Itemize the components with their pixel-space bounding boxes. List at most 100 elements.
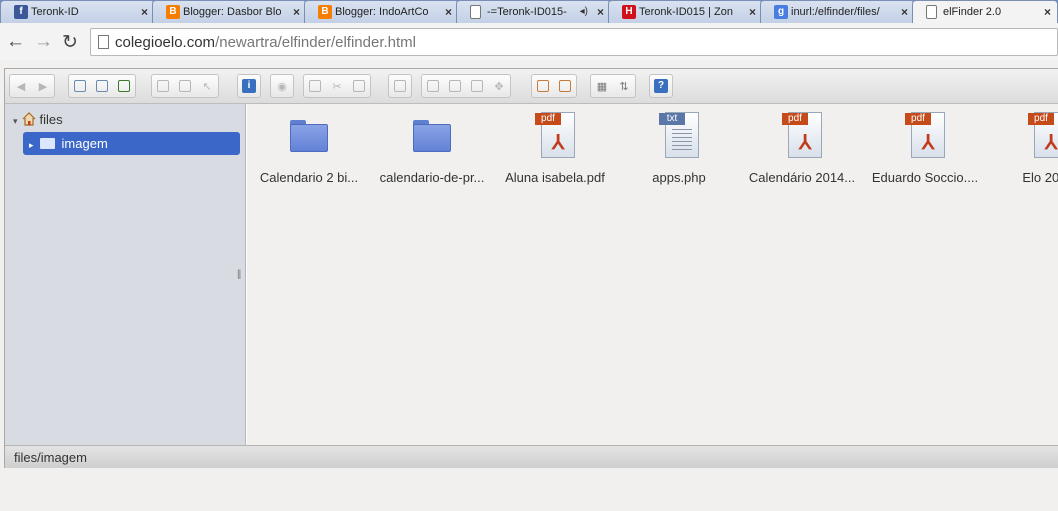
- file-name: calendario-de-pr...: [379, 170, 485, 185]
- h-icon: H: [622, 5, 636, 19]
- close-tab-button[interactable]: ×: [293, 5, 300, 19]
- tab-0[interactable]: f Teronk-ID ×: [0, 0, 155, 23]
- google-icon: g: [774, 5, 788, 19]
- edit-icon[interactable]: [466, 75, 488, 97]
- tab-label: Blogger: IndoArtCo: [335, 6, 429, 18]
- new-file-icon[interactable]: [91, 75, 113, 97]
- file-name: Calendário 2014...: [748, 170, 856, 185]
- toolbar-group-file-ops: ✥: [421, 74, 511, 98]
- toolbar-group-create: [68, 74, 136, 98]
- back-icon[interactable]: ◀: [10, 75, 32, 97]
- file-name: Aluna isabela.pdf: [505, 170, 605, 185]
- close-tab-button[interactable]: ×: [445, 5, 452, 19]
- status-bar: files/imagem: [5, 445, 1058, 468]
- page-icon: [98, 35, 109, 49]
- file-name: Elo 2014: [1022, 170, 1058, 185]
- forward-button[interactable]: →: [34, 31, 53, 53]
- save-icon[interactable]: [113, 75, 135, 97]
- view-icon[interactable]: ▦: [591, 75, 613, 97]
- file-type-badge: pdf: [905, 113, 931, 125]
- tab-4[interactable]: H Teronk-ID015 | Zon ×: [608, 0, 763, 23]
- page-icon: [926, 5, 937, 19]
- close-tab-button[interactable]: ×: [597, 5, 604, 19]
- tab-1[interactable]: B Blogger: Dasbor Blo ×: [152, 0, 307, 23]
- home-icon[interactable]: [69, 75, 91, 97]
- back-button[interactable]: ←: [6, 31, 25, 53]
- open-icon[interactable]: [152, 75, 174, 97]
- file-item[interactable]: pdf ⅄ Aluna isabela.pdf: [493, 112, 617, 190]
- toolbar-group-edit: ✂: [303, 74, 371, 98]
- file-grid: Calendario 2 bi... calendario-de-pr... pdf…: [247, 104, 1058, 445]
- file-type-badge: pdf: [1028, 113, 1054, 125]
- file-type-badge: pdf: [782, 113, 808, 125]
- tree-root[interactable]: ▾ files: [13, 112, 63, 127]
- blogger-icon: B: [166, 5, 180, 19]
- cut-icon[interactable]: ✂: [326, 75, 348, 97]
- tab-label: -=Teronk-ID015-: [487, 6, 567, 18]
- folder-icon: [410, 112, 454, 160]
- copy-icon[interactable]: [304, 75, 326, 97]
- preview-icon[interactable]: ◉: [271, 75, 293, 97]
- delete-icon[interactable]: [389, 75, 411, 97]
- file-item[interactable]: calendario-de-pr...: [370, 112, 494, 190]
- collapse-icon[interactable]: ▾: [13, 116, 18, 126]
- pdf-file-icon: pdf ⅄: [1026, 112, 1058, 160]
- paste-icon[interactable]: [348, 75, 370, 97]
- help-icon[interactable]: ?: [650, 75, 672, 97]
- resize-icon[interactable]: ✥: [488, 75, 510, 97]
- archive-icon[interactable]: [554, 75, 576, 97]
- pdf-file-icon: pdf ⅄: [780, 112, 824, 160]
- extract-icon[interactable]: [532, 75, 554, 97]
- info-icon[interactable]: i: [238, 75, 260, 97]
- toolbar-group-layout: ▦ ⇅: [590, 74, 636, 98]
- audio-playing-icon[interactable]: ◂): [580, 6, 588, 17]
- close-tab-button[interactable]: ×: [141, 5, 148, 19]
- pdf-file-icon: pdf ⅄: [903, 112, 947, 160]
- file-item[interactable]: Calendario 2 bi...: [247, 112, 371, 190]
- url-text[interactable]: colegioelo.com/newartra/elfinder/elfinde…: [115, 34, 416, 51]
- toolbar-group-delete: [388, 74, 412, 98]
- tab-3[interactable]: -=Teronk-ID015- × ◂): [456, 0, 611, 23]
- file-item[interactable]: pdf⅄ Elo 2014: [986, 112, 1058, 190]
- navbar-tree: ▾ files ▸ imagem ||: [5, 104, 246, 445]
- expand-icon[interactable]: ▸: [29, 140, 34, 150]
- close-tab-button[interactable]: ×: [901, 5, 908, 19]
- tab-5[interactable]: g inurl:/elfinder/files/ ×: [760, 0, 915, 23]
- elfinder-window: ◀ ▶ ↖ i ◉ ✂ ✥ ▦ ⇅ ? ▾ files ▸ imagem || …: [4, 68, 1058, 468]
- file-item[interactable]: txt apps.php: [617, 112, 741, 190]
- text-file-icon: txt: [657, 112, 701, 160]
- select-icon[interactable]: ↖: [196, 75, 218, 97]
- address-bar[interactable]: colegioelo.com/newartra/elfinder/elfinde…: [90, 28, 1058, 56]
- rename-icon[interactable]: [444, 75, 466, 97]
- panel-resize-handle[interactable]: ||: [237, 269, 241, 280]
- tree-root-label: files: [39, 112, 63, 127]
- file-item[interactable]: pdf ⅄ Eduardo Soccio....: [863, 112, 987, 190]
- tab-6[interactable]: elFinder 2.0 ×: [912, 0, 1058, 23]
- toolbar-group-view: ◉: [270, 74, 294, 98]
- tab-2[interactable]: B Blogger: IndoArtCo ×: [304, 0, 459, 23]
- facebook-icon: f: [14, 5, 28, 19]
- file-item[interactable]: pdf ⅄ Calendário 2014...: [740, 112, 864, 190]
- status-path: files/imagem: [14, 450, 87, 465]
- folder-icon: [39, 138, 55, 149]
- toolbar-group-open: ↖: [151, 74, 219, 98]
- toolbar-group-archive: [531, 74, 577, 98]
- tab-label: Teronk-ID: [31, 6, 79, 18]
- duplicate-icon[interactable]: [422, 75, 444, 97]
- page-icon: [470, 5, 481, 19]
- toolbar-group-info: i: [237, 74, 261, 98]
- forward-icon[interactable]: ▶: [32, 75, 54, 97]
- blogger-icon: B: [318, 5, 332, 19]
- folder-icon: [287, 112, 331, 160]
- file-name: apps.php: [652, 170, 706, 185]
- home-icon: [22, 112, 35, 126]
- download-icon[interactable]: [174, 75, 196, 97]
- url-path: /newartra/elfinder/elfinder.html: [215, 34, 416, 51]
- tree-item-imagem[interactable]: ▸ imagem: [23, 132, 240, 155]
- close-tab-button[interactable]: ×: [1044, 5, 1051, 19]
- reload-button[interactable]: ↻: [62, 31, 78, 54]
- toolbar-group-history: ◀ ▶: [9, 74, 55, 98]
- close-tab-button[interactable]: ×: [749, 5, 756, 19]
- sort-icon[interactable]: ⇅: [613, 75, 635, 97]
- tree-item-label: imagem: [61, 136, 108, 151]
